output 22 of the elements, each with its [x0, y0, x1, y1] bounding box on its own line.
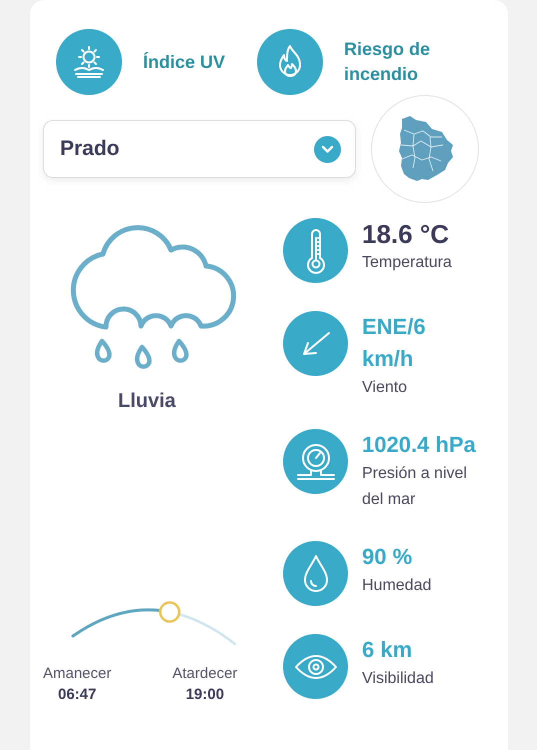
- sunrise-time: 06:47: [58, 685, 96, 705]
- temperature-value: 18.6 °C: [362, 218, 450, 250]
- humidity-label: Humedad: [362, 576, 432, 596]
- pressure-label: Presión a nivel del mar: [362, 464, 468, 510]
- sunset-label: Atardecer: [172, 664, 238, 684]
- weather-condition: Lluvia: [118, 389, 176, 414]
- wind-value: ENE/6 km/h: [362, 313, 427, 373]
- visibility-value: 6 km: [362, 636, 414, 664]
- temperature-label: Temperatura: [362, 253, 453, 273]
- humidity-value: 90 %: [362, 543, 414, 571]
- chevron-down-icon: [314, 136, 341, 162]
- map-button[interactable]: [371, 95, 479, 203]
- sun-icon: [71, 44, 107, 80]
- uv-index-link[interactable]: Índice UV: [143, 50, 226, 74]
- wind-label: Viento: [362, 378, 408, 398]
- sunrise-label: Amanecer: [43, 664, 112, 684]
- pressure-value: 1020.4 hPa: [362, 431, 477, 459]
- sunset-time: 19:00: [186, 685, 224, 705]
- visibility-label: Visibilidad: [362, 669, 435, 689]
- country-map-drawing: [396, 115, 454, 183]
- location-dropdown[interactable]: Prado: [43, 120, 356, 178]
- fire-risk-link[interactable]: Riesgo de incendio: [344, 37, 444, 87]
